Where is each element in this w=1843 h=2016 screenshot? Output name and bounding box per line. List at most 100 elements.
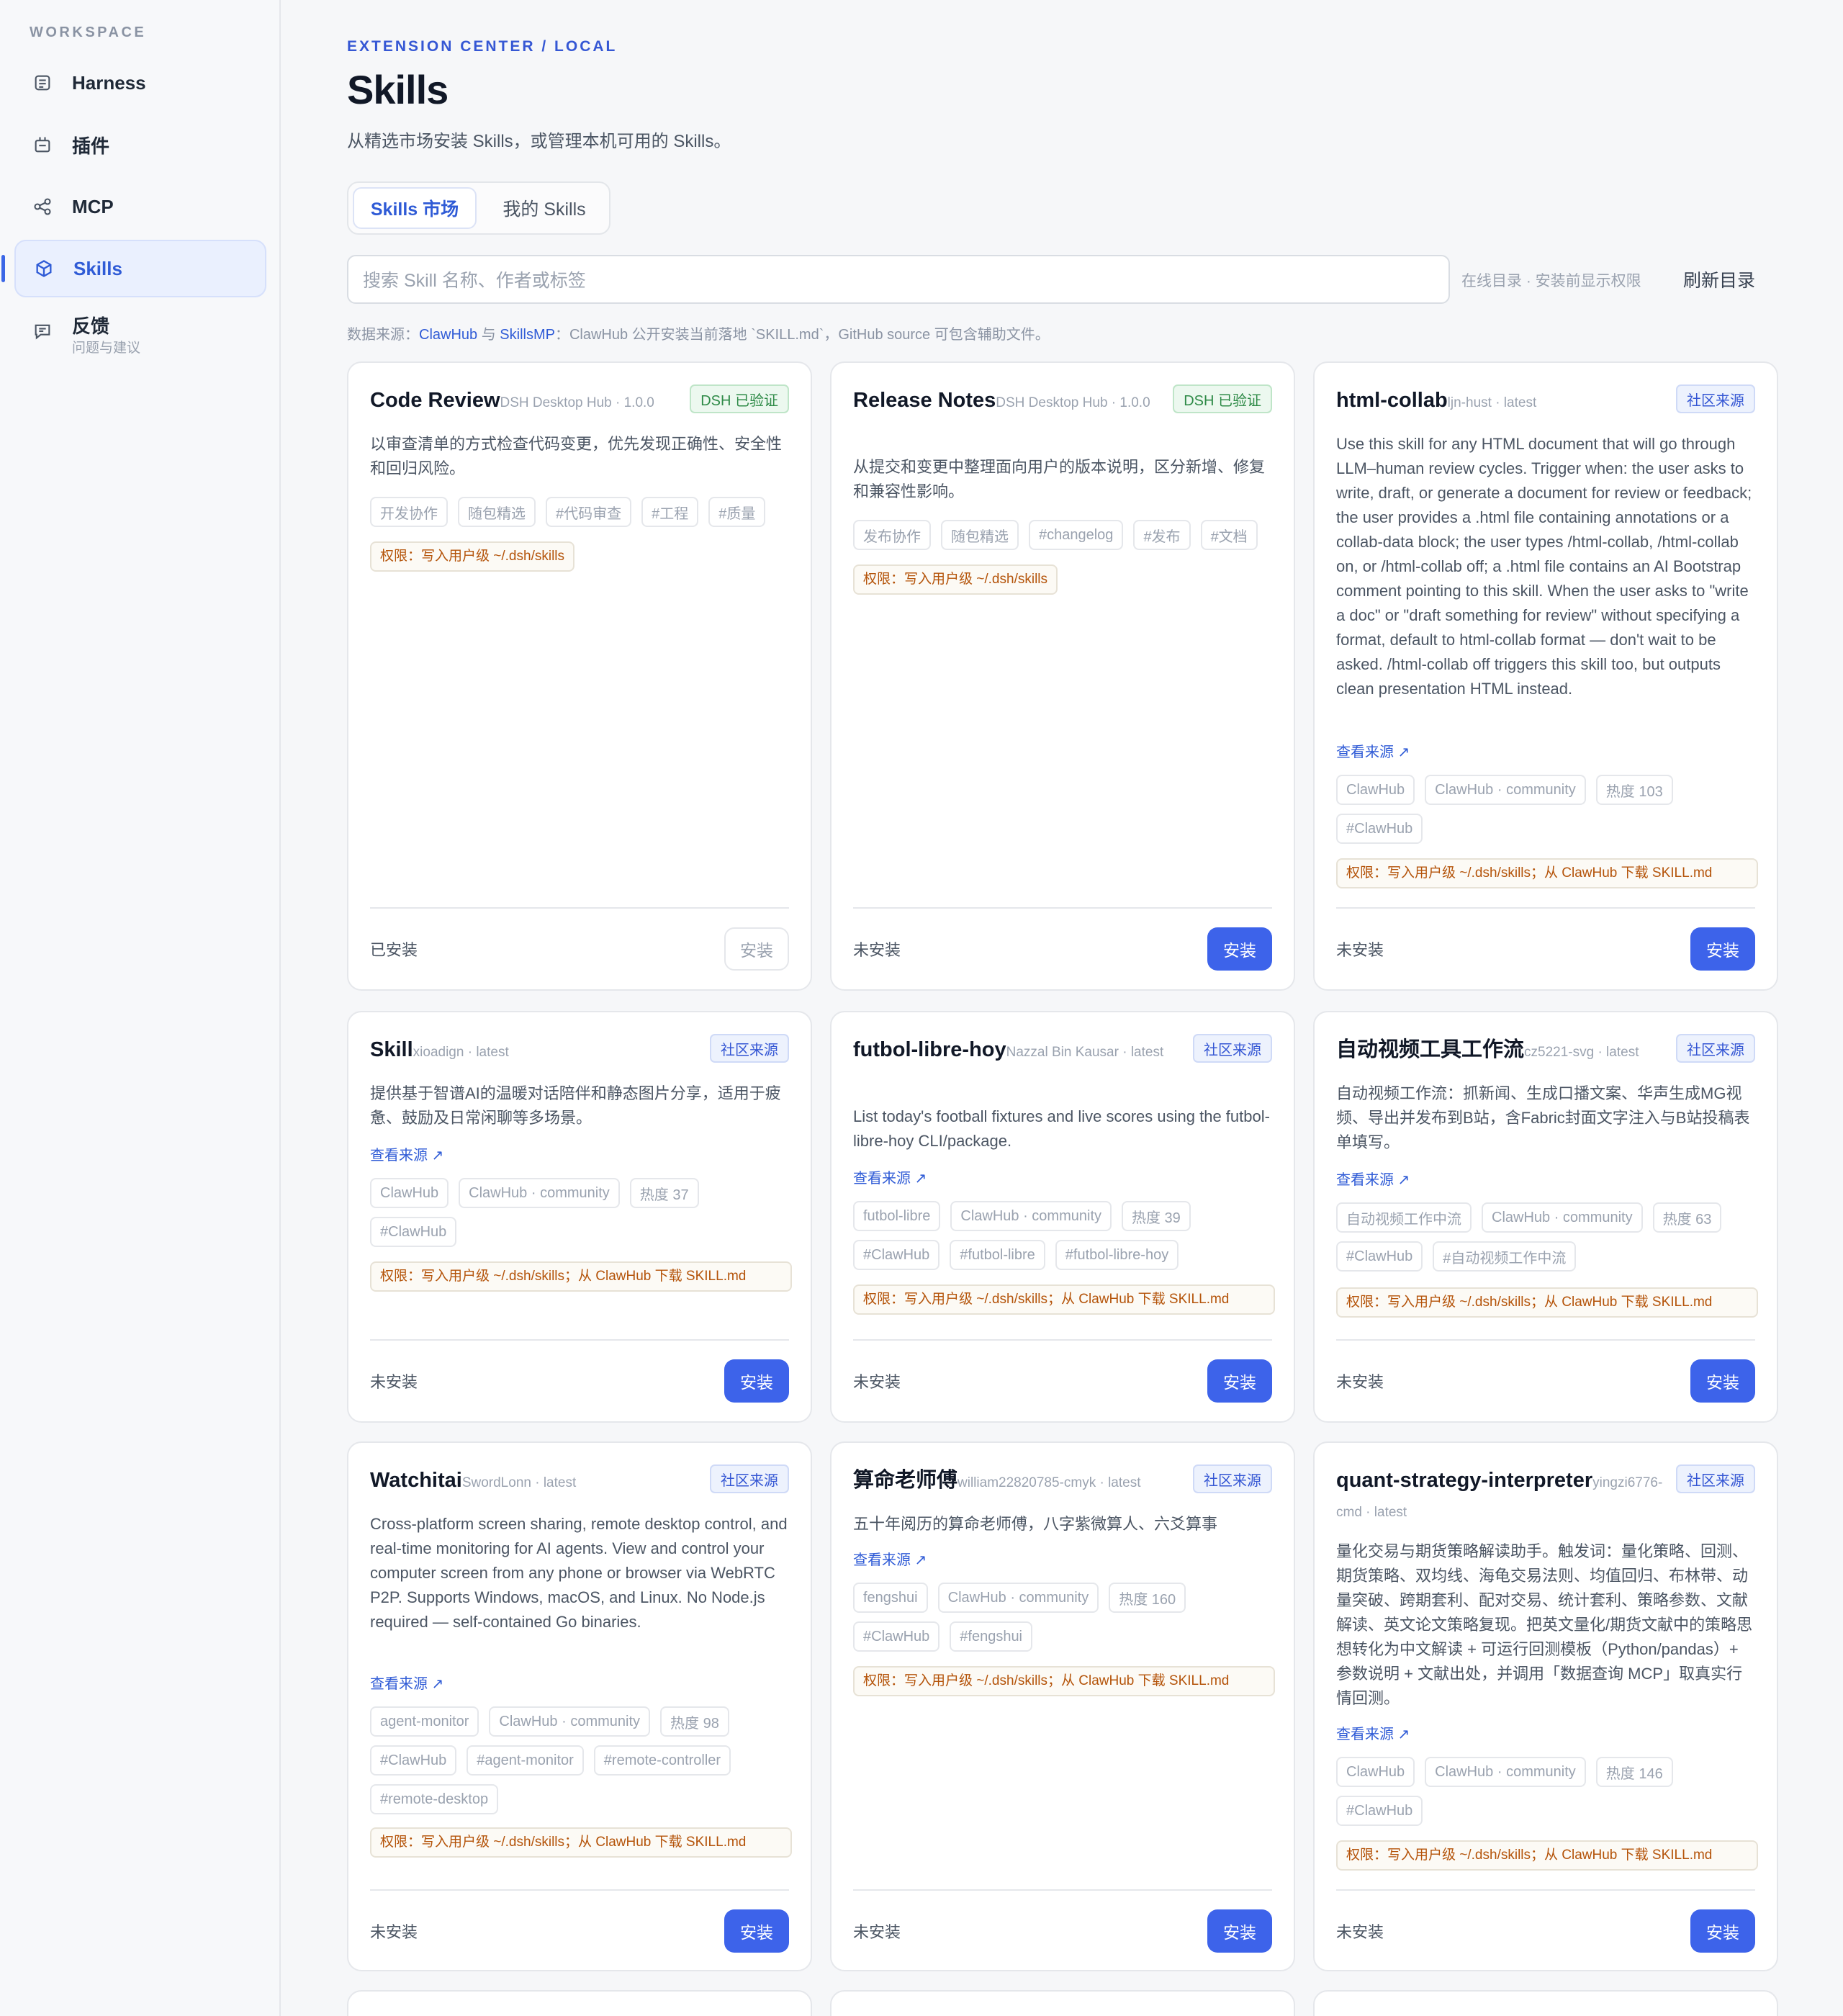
tag: #ClawHub xyxy=(1336,814,1423,844)
skill-card-partial xyxy=(830,1990,1295,2016)
skill-description: 量化交易与期货策略解读助手。触发词：量化策略、回测、期货策略、双均线、海龟交易法… xyxy=(1336,1542,1753,1707)
card-title: quant-strategy-interpreteryingzi6776-cmd… xyxy=(1336,1466,1675,1528)
community-badge: 社区来源 xyxy=(710,1034,789,1063)
refresh-catalog-button[interactable]: 刷新目录 xyxy=(1683,266,1755,292)
tag-list: 发布协作 随包精选 #changelog #发布 #文档 xyxy=(853,520,1278,550)
tag: #ClawHub xyxy=(853,1621,940,1652)
skill-card: Code ReviewDSH Desktop Hub · 1.0.0 DSH 已… xyxy=(347,361,812,991)
install-button[interactable]: 安装 xyxy=(724,1909,789,1953)
tab-skills-market[interactable]: Skills 市场 xyxy=(353,187,477,229)
install-status: 已安装 xyxy=(370,941,418,959)
tag: #ClawHub xyxy=(1336,1241,1423,1272)
install-button[interactable]: 安装 xyxy=(1690,1909,1755,1953)
card-title: 算命老师傅william22820785-cmyk · latest xyxy=(853,1466,1173,1498)
tag: #changelog xyxy=(1029,520,1124,550)
sidebar-item-skills[interactable]: Skills xyxy=(14,240,266,297)
permission-note: 权限：写入用户级 ~/.dsh/skills；从 ClawHub 下载 SKIL… xyxy=(1336,1840,1758,1871)
skillsmp-link[interactable]: SkillsMP xyxy=(500,327,555,343)
tag: #remote-desktop xyxy=(370,1784,499,1814)
skill-description: 以审查清单的方式检查代码变更，优先发现正确性、安全性和回归风险。 xyxy=(370,435,783,477)
install-button[interactable]: 安装 xyxy=(724,1359,789,1403)
install-status: 未安装 xyxy=(370,1923,418,1941)
card-title: futbol-libre-hoyNazzal Bin Kausar · late… xyxy=(853,1035,1173,1068)
permission-note: 权限：写入用户级 ~/.dsh/skills；从 ClawHub 下载 SKIL… xyxy=(1336,1287,1758,1318)
skill-description: 提供基于智谱AI的温暖对话陪伴和静态图片分享，适用于疲惫、鼓励及日常闲聊等多场景… xyxy=(370,1084,781,1127)
skill-name: Code Review xyxy=(370,389,500,412)
community-badge: 社区来源 xyxy=(710,1464,789,1493)
card-title: html-collabljn-hust · latest xyxy=(1336,386,1657,418)
verified-badge: DSH 已验证 xyxy=(1173,384,1272,413)
skill-meta: xioadign · latest xyxy=(413,1045,509,1060)
install-button[interactable]: 安装 xyxy=(1207,927,1272,971)
skill-name: 算命老师傅 xyxy=(853,1469,958,1492)
view-source-link[interactable]: 查看来源 ↗ xyxy=(1336,740,1410,761)
tag: ClawHub xyxy=(1336,775,1415,805)
sidebar-item-feedback[interactable]: 反馈 问题与建议 xyxy=(14,302,266,366)
view-source-link[interactable]: 查看来源 ↗ xyxy=(370,1143,443,1164)
skill-name: Release Notes xyxy=(853,389,996,412)
tag: #发布 xyxy=(1133,520,1191,550)
breadcrumb: EXTENSION CENTER / LOCAL xyxy=(347,38,618,55)
view-source-link[interactable]: 查看来源 ↗ xyxy=(1336,1168,1410,1189)
view-source-link[interactable]: 查看来源 ↗ xyxy=(853,1548,927,1569)
sidebar-item-harness[interactable]: Harness xyxy=(14,54,266,112)
divider xyxy=(853,907,1272,909)
view-source-link[interactable]: 查看来源 ↗ xyxy=(853,1166,927,1187)
install-button[interactable]: 安装 xyxy=(1207,1909,1272,1953)
skill-name: Watchitai xyxy=(370,1469,462,1492)
card-title: Code ReviewDSH Desktop Hub · 1.0.0 xyxy=(370,386,690,418)
page-title: Skills xyxy=(347,67,449,112)
skill-meta: DSH Desktop Hub · 1.0.0 xyxy=(996,395,1150,410)
sidebar-item-label: 插件 xyxy=(72,135,110,157)
sidebar-item-mcp[interactable]: MCP xyxy=(14,178,266,235)
tag: 开发协作 xyxy=(370,497,448,527)
tag: #remote-controller xyxy=(593,1745,731,1776)
tag: #futbol-libre xyxy=(950,1240,1045,1270)
community-badge: 社区来源 xyxy=(1193,1464,1272,1493)
view-source-link[interactable]: 查看来源 ↗ xyxy=(1336,1722,1410,1743)
tag: ClawHub · community xyxy=(1425,775,1586,805)
skill-name: futbol-libre-hoy xyxy=(853,1038,1006,1061)
tag: 热度 37 xyxy=(629,1178,699,1208)
tag: 自动视频工作中流 xyxy=(1336,1202,1472,1233)
search-input[interactable]: 搜索 Skill 名称、作者或标签 xyxy=(347,255,1450,304)
tag: #工程 xyxy=(641,497,699,527)
tag: #ClawHub xyxy=(853,1240,940,1270)
card-title: Release NotesDSH Desktop Hub · 1.0.0 xyxy=(853,386,1173,418)
install-button[interactable]: 安装 xyxy=(1690,927,1755,971)
install-button[interactable]: 安装 xyxy=(724,927,789,971)
tag: #文档 xyxy=(1200,520,1258,550)
sidebar-item-plugins[interactable]: 插件 xyxy=(14,116,266,174)
permission-note: 权限：写入用户级 ~/.dsh/skills；从 ClawHub 下载 SKIL… xyxy=(1336,858,1758,888)
tab-my-skills[interactable]: 我的 Skills xyxy=(482,187,606,229)
install-button[interactable]: 安装 xyxy=(1207,1359,1272,1403)
card-title: Skillxioadign · latest xyxy=(370,1035,690,1068)
tag: ClawHub · community xyxy=(1482,1202,1643,1233)
clawhub-link[interactable]: ClawHub xyxy=(419,327,477,343)
tag: 热度 103 xyxy=(1595,775,1673,805)
skill-meta: SwordLonn · latest xyxy=(461,1475,577,1490)
harness-icon xyxy=(32,72,53,94)
skill-name: 自动视频工具工作流 xyxy=(1336,1038,1525,1061)
community-badge: 社区来源 xyxy=(1676,1034,1755,1063)
skill-meta: cz5221-svg · latest xyxy=(1524,1045,1639,1060)
tag: 热度 146 xyxy=(1595,1757,1673,1787)
tag: ClawHub · community xyxy=(459,1178,620,1208)
divider xyxy=(1336,1889,1755,1891)
skill-meta: william22820785-cmyk · latest xyxy=(957,1475,1141,1490)
view-source-link[interactable]: 查看来源 ↗ xyxy=(370,1672,443,1693)
sidebar-item-label: 反馈 xyxy=(72,315,110,337)
install-status: 未安装 xyxy=(853,941,901,959)
divider xyxy=(370,907,789,909)
mcp-icon xyxy=(32,196,53,217)
install-button[interactable]: 安装 xyxy=(1690,1359,1755,1403)
skill-description: Cross-platform screen sharing, remote de… xyxy=(370,1515,788,1631)
skill-card: Skillxioadign · latest 社区来源 提供基于智谱AI的温暖对… xyxy=(347,1011,812,1423)
tag: #自动视频工作中流 xyxy=(1433,1241,1577,1272)
cube-icon xyxy=(33,258,55,279)
workspace-label: WORKSPACE xyxy=(30,24,147,40)
sidebar-item-label: Skills xyxy=(73,257,122,279)
data-source-note: 数据来源：ClawHub 与 SkillsMP：ClawHub 公开安装当前落地… xyxy=(347,327,1050,343)
tag: 随包精选 xyxy=(941,520,1019,550)
verified-badge: DSH 已验证 xyxy=(690,384,789,413)
